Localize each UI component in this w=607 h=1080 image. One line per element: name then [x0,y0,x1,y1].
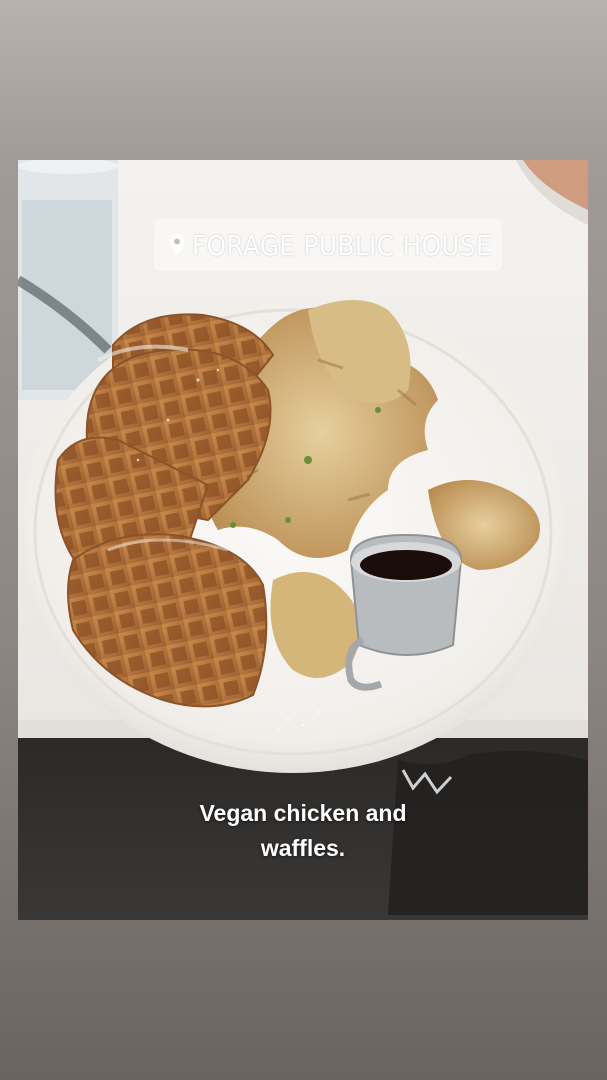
story-frame[interactable]: FORAGE PUBLIC HOUSE Vegan chicken and wa… [18,160,588,920]
caption-line-1: Vegan chicken and [199,800,407,826]
location-name: FORAGE PUBLIC HOUSE [192,228,492,262]
location-sticker[interactable]: FORAGE PUBLIC HOUSE [154,219,502,271]
caption-line-2: waffles. [260,835,346,861]
story-caption: Vegan chicken and waffles. [18,796,588,866]
location-pin-icon [168,232,186,258]
